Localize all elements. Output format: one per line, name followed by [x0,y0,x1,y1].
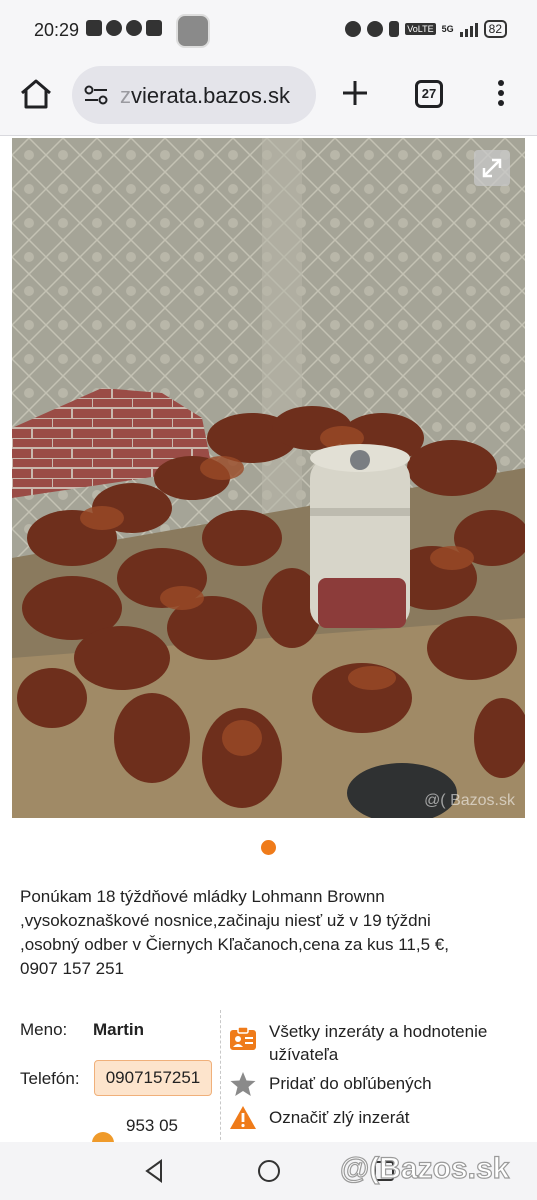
headset-icon [367,21,384,37]
user-card-icon [230,1026,256,1050]
more-menu-icon[interactable] [492,80,510,110]
sim-icon [389,21,400,37]
new-tab-icon[interactable] [340,78,370,108]
listing-description: Ponúkam 18 týždňové mládky Lohmann Brown… [20,887,449,978]
youtube-icon [146,20,162,36]
home-nav-icon[interactable] [256,1158,282,1184]
back-icon[interactable] [142,1158,168,1184]
report-listing-label: Označiť zlý inzerát [269,1108,410,1127]
star-icon [230,1072,256,1096]
notification-avatar-icon [176,14,210,48]
phone-label: Telefón: [20,1069,80,1088]
postcode: 953 05 [126,1116,178,1135]
alarm-icon [345,21,362,37]
name-row: Meno: [20,1020,67,1040]
chickens-photo-image [12,138,525,818]
signal-icon [459,21,478,37]
browser-toolbar: zvierata.bazos.sk 27 [0,62,537,136]
site-settings-icon[interactable] [84,85,108,105]
phone-number-button[interactable]: 0907157251 [94,1060,212,1096]
all-listings-label: Všetky inzeráty a hodnotenie užívateľa [269,1022,488,1064]
status-time: 20:29 [34,20,80,40]
network-type: 5G [441,24,454,34]
bazos-watermark: @(Bazos.sk [339,1151,510,1185]
url-domain: vierata.bazos.sk [131,83,290,108]
add-favorite-label: Pridať do obľúbených [269,1074,432,1093]
name-label: Meno: [20,1020,68,1039]
url-bar[interactable]: zvierata.bazos.sk [72,66,316,124]
info-divider [220,1010,221,1145]
url-prefix: z [120,83,131,108]
home-icon[interactable] [18,76,54,112]
expand-icon[interactable] [474,150,510,186]
seller-name: Martin [93,1020,144,1039]
warning-icon [230,1106,256,1129]
volte-icon: VoLTE [405,23,436,35]
facebook-icon [126,20,142,36]
tab-switcher-button[interactable]: 27 [415,80,443,108]
nfc-icon [86,20,102,36]
gallery-pagination [0,840,537,860]
battery-level: 82 [483,20,507,38]
gallery-dot-active[interactable] [261,840,276,855]
status-bar: 20:29 VoLTE 5G 82 [0,0,537,62]
photo-watermark: @( Bazos.sk [424,792,515,809]
chat-icon [106,20,122,36]
url-text: zvierata.bazos.sk [120,83,290,109]
listing-photo[interactable]: @( Bazos.sk [12,138,525,818]
